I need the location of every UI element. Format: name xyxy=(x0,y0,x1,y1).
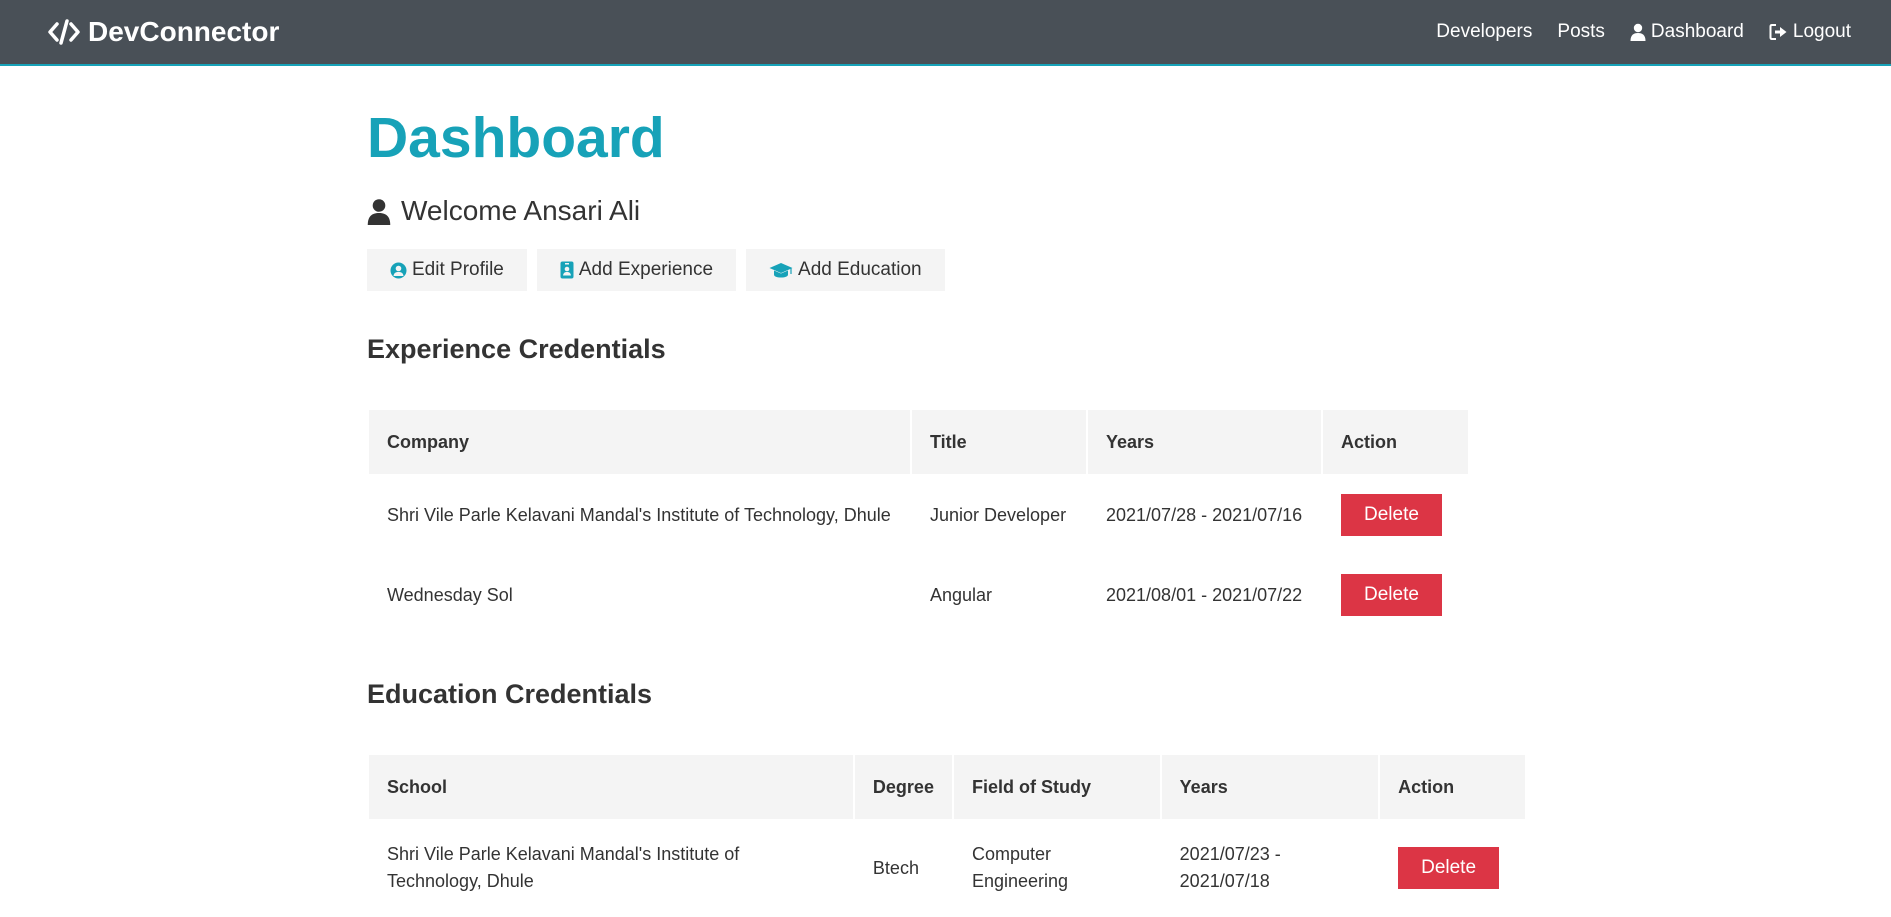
action-cell: Delete xyxy=(1380,821,1525,915)
years-cell: 2021/08/01 - 2021/07/22 xyxy=(1106,584,1303,605)
column-header-degree: Degree xyxy=(854,755,952,819)
graduation-cap-icon xyxy=(769,262,793,278)
school-cell: Shri Vile Parle Kelavani Mandal's Instit… xyxy=(387,844,740,891)
experience-table: Company Title Years Action Shri Vile Par… xyxy=(367,408,1470,636)
user-circle-icon xyxy=(390,262,407,279)
add-experience-button[interactable]: Add Experience xyxy=(536,249,737,291)
nav-link-label: Posts xyxy=(1557,21,1605,42)
edit-profile-button[interactable]: Edit Profile xyxy=(367,249,527,291)
company-cell: Shri Vile Parle Kelavani Mandal's Instit… xyxy=(387,504,891,525)
column-header-years: Years xyxy=(1161,755,1379,819)
column-header-school: School xyxy=(369,755,853,819)
title-cell: Junior Developer xyxy=(930,504,1067,525)
column-header-action: Action xyxy=(1380,755,1525,819)
column-header-title: Title xyxy=(912,410,1086,474)
nav-link-label: Developers xyxy=(1436,21,1533,42)
add-experience-label: Add Experience xyxy=(578,259,714,280)
table-header-row: Company Title Years Action xyxy=(369,410,1468,474)
edit-profile-label: Edit Profile xyxy=(412,259,504,280)
field-cell: Computer Engineering xyxy=(971,844,1069,891)
welcome-text: Welcome Ansari Ali xyxy=(401,195,641,226)
table-header-row: School Degree Field of Study Years Actio… xyxy=(369,755,1525,819)
delete-experience-button[interactable]: Delete xyxy=(1341,494,1442,536)
delete-experience-button[interactable]: Delete xyxy=(1341,574,1442,616)
title-cell: Angular xyxy=(930,584,993,605)
brand-name: DevConnector xyxy=(88,16,280,47)
add-education-button[interactable]: Add Education xyxy=(746,249,945,291)
user-icon xyxy=(367,198,391,225)
action-cell: Delete xyxy=(1323,556,1468,634)
experience-section-title: Experience Credentials xyxy=(367,334,666,364)
company-cell: Wednesday Sol xyxy=(387,584,513,605)
nav-link-posts[interactable]: Posts xyxy=(1557,21,1605,43)
dashboard-container: Dashboard Welcome Ansari Ali Edit Profil… xyxy=(367,66,1527,917)
education-table: School Degree Field of Study Years Actio… xyxy=(367,753,1527,917)
years-cell: 2021/07/23 - 2021/07/18 xyxy=(1179,844,1281,891)
nav-link-dashboard[interactable]: Dashboard xyxy=(1630,21,1744,43)
add-education-label: Add Education xyxy=(798,259,922,280)
table-row: Shri Vile Parle Kelavani Mandal's Instit… xyxy=(369,821,1525,915)
table-row: Shri Vile Parle Kelavani Mandal's Instit… xyxy=(369,476,1468,554)
code-icon xyxy=(48,19,80,45)
degree-cell: Btech xyxy=(872,857,919,878)
action-cell: Delete xyxy=(1323,476,1468,554)
delete-education-button[interactable]: Delete xyxy=(1398,847,1500,889)
nav-link-logout[interactable]: Logout xyxy=(1769,21,1851,43)
brand-link[interactable]: DevConnector xyxy=(48,16,279,48)
page-title: Dashboard xyxy=(367,106,665,170)
nav-link-label: Dashboard xyxy=(1650,21,1744,42)
column-header-action: Action xyxy=(1323,410,1468,474)
column-header-years: Years xyxy=(1088,410,1321,474)
years-cell: 2021/07/28 - 2021/07/16 xyxy=(1106,504,1303,525)
sign-out-icon xyxy=(1769,23,1788,41)
id-badge-icon xyxy=(560,261,574,279)
education-section-title: Education Credentials xyxy=(367,679,653,709)
welcome-message: Welcome Ansari Ali xyxy=(367,195,1527,227)
nav-link-label: Logout xyxy=(1792,21,1851,42)
nav-links: Developers Posts Dashboard Logout xyxy=(1411,21,1851,43)
user-icon xyxy=(1630,23,1646,41)
column-header-field: Field of Study xyxy=(953,755,1160,819)
nav-link-developers[interactable]: Developers xyxy=(1436,21,1532,43)
navbar: DevConnector Developers Posts Dashboard xyxy=(0,0,1891,66)
table-row: Wednesday Sol Angular 2021/08/01 - 2021/… xyxy=(369,556,1468,634)
dashboard-actions: Edit Profile Add Experience Add Educatio… xyxy=(367,249,1527,291)
column-header-company: Company xyxy=(369,410,910,474)
